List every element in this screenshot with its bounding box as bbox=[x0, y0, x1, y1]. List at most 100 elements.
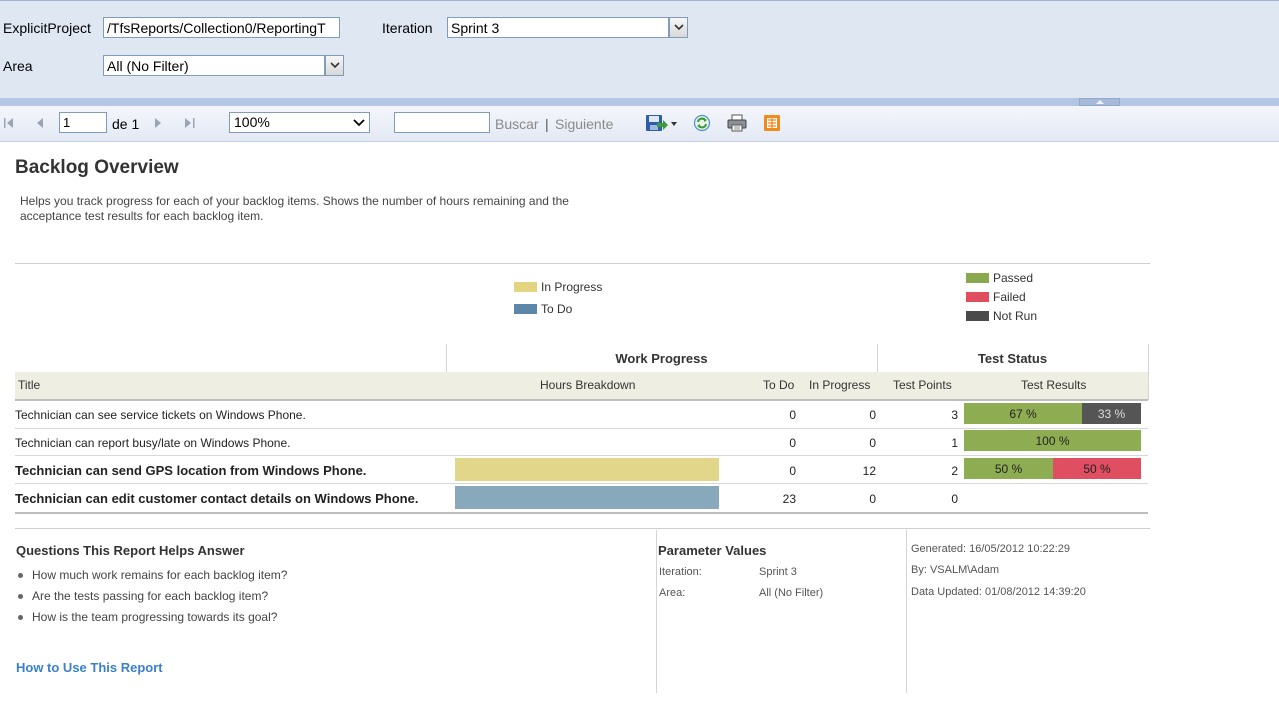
hours-in-progress-bar bbox=[455, 458, 719, 481]
legend-swatch bbox=[514, 304, 537, 314]
row-in-progress: 0 bbox=[869, 408, 876, 422]
iteration-label: Iteration bbox=[382, 20, 433, 36]
row-in-progress: 0 bbox=[869, 436, 876, 450]
col-hours-breakdown: Hours Breakdown bbox=[540, 378, 636, 392]
question-item: How much work remains for each backlog i… bbox=[18, 568, 287, 582]
test-status-header: Test Status bbox=[977, 350, 1048, 366]
question-text: How is the team progressing towards its … bbox=[32, 610, 278, 624]
project-field[interactable]: /TfsReports/Collection0/ReportingT bbox=[103, 17, 340, 38]
parameter-panel: ExplicitProject /TfsReports/Collection0/… bbox=[0, 0, 1279, 98]
legend-not-run: Not Run bbox=[966, 309, 1037, 323]
find-separator: | bbox=[545, 116, 549, 132]
last-page-button[interactable] bbox=[182, 116, 198, 130]
bullet-icon bbox=[18, 572, 23, 578]
test-result-notrun-bar: 33 % bbox=[1082, 403, 1141, 424]
hours-to-do-bar bbox=[455, 486, 719, 509]
data-feed-icon bbox=[764, 115, 780, 131]
row-test-points: 1 bbox=[951, 436, 958, 450]
row-to-do: 23 bbox=[782, 492, 796, 506]
refresh-icon bbox=[693, 114, 711, 132]
iteration-dropdown-button[interactable] bbox=[669, 17, 688, 38]
row-title: Technician can send GPS location from Wi… bbox=[15, 463, 367, 478]
col-test-points: Test Points bbox=[893, 378, 952, 392]
test-result-passed-bar: 50 % bbox=[964, 458, 1053, 479]
zoom-value: 100% bbox=[234, 114, 270, 130]
parameter-splitter bbox=[0, 98, 1279, 106]
questions-title: Questions This Report Helps Answer bbox=[16, 543, 245, 558]
report-toolbar: 1 de 1 100% Buscar | Siguiente bbox=[0, 106, 1279, 142]
row-test-points: 3 bbox=[951, 408, 958, 422]
column-divider bbox=[1148, 344, 1149, 400]
export-button[interactable] bbox=[643, 113, 679, 133]
first-page-icon bbox=[4, 118, 13, 128]
col-test-results: Test Results bbox=[1021, 378, 1087, 392]
row-test-points: 2 bbox=[951, 464, 958, 478]
report-description: Helps you track progress for each of you… bbox=[20, 194, 569, 223]
collapse-parameters-button[interactable] bbox=[1079, 98, 1120, 106]
zoom-select[interactable]: 100% bbox=[229, 112, 370, 133]
generated-by: By: VSALM\Adam bbox=[911, 564, 1000, 576]
find-link[interactable]: Buscar bbox=[495, 116, 539, 132]
parameter-values-title: Parameter Values bbox=[658, 543, 767, 558]
bullet-icon bbox=[18, 614, 23, 620]
area-select[interactable]: All (No Filter) bbox=[103, 55, 325, 76]
page-count-label: de 1 bbox=[112, 116, 140, 132]
chevron-down-icon bbox=[673, 24, 684, 31]
bar-label: 67 % bbox=[1009, 406, 1037, 421]
last-page-icon bbox=[185, 118, 195, 128]
test-result-passed-bar: 67 % bbox=[964, 403, 1082, 424]
row-in-progress: 12 bbox=[862, 464, 876, 478]
row-title: Technician can report busy/late on Windo… bbox=[15, 436, 291, 450]
bar-label: 50 % bbox=[1083, 461, 1111, 476]
work-progress-header: Work Progress bbox=[615, 350, 708, 366]
row-to-do: 0 bbox=[789, 408, 796, 422]
row-test-points: 0 bbox=[951, 492, 958, 506]
refresh-button[interactable] bbox=[692, 113, 712, 133]
previous-page-button[interactable] bbox=[33, 116, 47, 130]
export-save-icon bbox=[646, 115, 677, 131]
legend-failed: Failed bbox=[966, 290, 1026, 304]
param-iteration-value: Sprint 3 bbox=[759, 566, 797, 578]
row-rule bbox=[15, 428, 1148, 429]
footer-divider bbox=[656, 530, 657, 693]
bar-label: 33 % bbox=[1097, 406, 1126, 421]
prev-page-icon bbox=[37, 118, 43, 128]
row-rule bbox=[15, 483, 1148, 484]
question-item: Are the tests passing for each backlog i… bbox=[18, 589, 268, 603]
how-to-use-link[interactable]: How to Use This Report bbox=[16, 660, 163, 675]
area-dropdown-button[interactable] bbox=[325, 55, 344, 76]
legend-swatch bbox=[966, 273, 989, 283]
print-icon bbox=[727, 114, 747, 132]
legend-in-progress: In Progress bbox=[514, 280, 602, 294]
test-result-failed-bar: 50 % bbox=[1053, 458, 1141, 479]
col-title: Title bbox=[18, 378, 41, 392]
area-label: Area bbox=[3, 58, 33, 74]
row-in-progress: 0 bbox=[869, 492, 876, 506]
data-updated-timestamp: Data Updated: 01/08/2012 14:39:20 bbox=[911, 586, 1086, 598]
param-iteration-label: Iteration: bbox=[659, 566, 702, 578]
legend-to-do: To Do bbox=[514, 302, 572, 316]
divider bbox=[15, 528, 1150, 529]
print-button[interactable] bbox=[726, 113, 748, 133]
data-feed-button[interactable] bbox=[762, 113, 782, 133]
find-next-link[interactable]: Siguiente bbox=[555, 116, 613, 132]
footer-divider bbox=[906, 530, 907, 693]
legend-label: Not Run bbox=[993, 309, 1038, 323]
find-text-input[interactable] bbox=[394, 112, 490, 133]
legend-swatch bbox=[966, 292, 989, 302]
header-bottom-rule bbox=[15, 399, 1148, 401]
test-result-passed-bar: 100 % bbox=[964, 430, 1141, 451]
next-page-button[interactable] bbox=[151, 116, 165, 130]
page-number-input[interactable]: 1 bbox=[59, 112, 107, 133]
row-title: Technician can see service tickets on Wi… bbox=[15, 408, 306, 422]
next-page-icon bbox=[155, 118, 161, 128]
question-text: How much work remains for each backlog i… bbox=[32, 568, 288, 582]
first-page-button[interactable] bbox=[2, 116, 16, 130]
report-title: Backlog Overview bbox=[15, 157, 179, 178]
question-text: Are the tests passing for each backlog i… bbox=[32, 589, 269, 603]
iteration-select[interactable]: Sprint 3 bbox=[447, 17, 669, 38]
col-in-progress: In Progress bbox=[809, 378, 871, 392]
param-area-label: Area: bbox=[659, 587, 686, 599]
chevron-up-icon bbox=[1095, 100, 1104, 104]
table-bottom-rule bbox=[15, 512, 1148, 514]
